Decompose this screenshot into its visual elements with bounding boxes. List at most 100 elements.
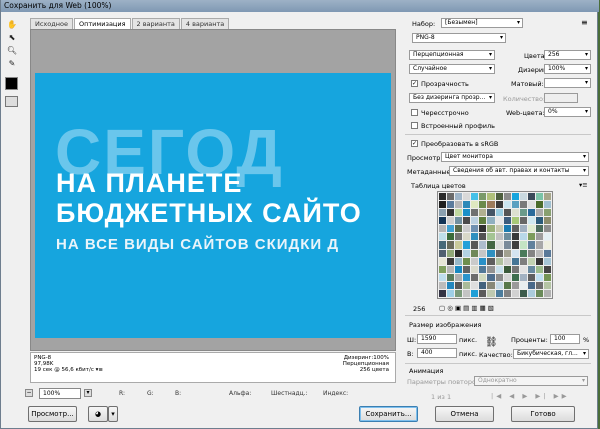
color-cell[interactable] <box>527 233 535 241</box>
info-menu-icon[interactable]: ▾≡ <box>96 367 103 373</box>
color-cell[interactable] <box>479 273 487 281</box>
color-cell[interactable] <box>487 257 495 265</box>
color-cell[interactable] <box>487 265 495 273</box>
color-cell[interactable] <box>487 273 495 281</box>
color-cell[interactable] <box>439 209 447 217</box>
color-cell[interactable] <box>495 249 503 257</box>
color-cell[interactable] <box>503 225 511 233</box>
color-cell[interactable] <box>463 249 471 257</box>
color-cell[interactable] <box>447 225 455 233</box>
preview-mode-select[interactable]: Цвет монитора <box>441 152 589 162</box>
color-cell[interactable] <box>495 193 503 201</box>
color-cell[interactable] <box>455 233 463 241</box>
color-cell[interactable] <box>543 241 551 249</box>
color-cell[interactable] <box>447 201 455 209</box>
panel-menu-icon[interactable]: ≡ <box>581 18 588 27</box>
color-cell[interactable] <box>439 265 447 273</box>
color-reduction-select[interactable]: Перцепционная <box>409 50 495 60</box>
color-cell[interactable] <box>455 281 463 289</box>
color-cell[interactable] <box>439 289 447 297</box>
color-cell[interactable] <box>535 225 543 233</box>
color-cell[interactable] <box>511 209 519 217</box>
color-cell[interactable] <box>447 217 455 225</box>
color-cell[interactable] <box>511 281 519 289</box>
color-cell[interactable] <box>527 241 535 249</box>
color-cell[interactable] <box>487 281 495 289</box>
transparency-checkbox[interactable]: ✓ <box>411 80 418 87</box>
color-cell[interactable] <box>463 265 471 273</box>
color-cell[interactable] <box>463 241 471 249</box>
color-cell[interactable] <box>479 201 487 209</box>
color-cell[interactable] <box>471 257 479 265</box>
color-cell[interactable] <box>543 209 551 217</box>
color-cell[interactable] <box>519 209 527 217</box>
color-cell[interactable] <box>479 241 487 249</box>
color-cell[interactable] <box>511 265 519 273</box>
eyedropper-color-swatch[interactable] <box>5 77 18 90</box>
color-cell[interactable] <box>447 273 455 281</box>
color-cell[interactable] <box>455 193 463 201</box>
color-cell[interactable] <box>503 249 511 257</box>
color-cell[interactable] <box>439 257 447 265</box>
done-button[interactable]: Готово <box>511 406 575 422</box>
color-cell[interactable] <box>495 217 503 225</box>
color-cell[interactable] <box>511 217 519 225</box>
color-cell[interactable] <box>511 201 519 209</box>
color-cell[interactable] <box>495 281 503 289</box>
color-cell[interactable] <box>495 289 503 297</box>
color-cell[interactable] <box>543 265 551 273</box>
color-cell[interactable] <box>543 289 551 297</box>
color-cell[interactable] <box>463 217 471 225</box>
color-cell[interactable] <box>487 225 495 233</box>
color-cell[interactable] <box>463 233 471 241</box>
color-cell[interactable] <box>479 289 487 297</box>
color-cell[interactable] <box>527 193 535 201</box>
preview-button[interactable]: Просмотр... <box>28 406 77 422</box>
color-cell[interactable] <box>439 193 447 201</box>
color-cell[interactable] <box>495 265 503 273</box>
color-cell[interactable] <box>447 241 455 249</box>
color-cell[interactable] <box>535 201 543 209</box>
color-cell[interactable] <box>447 209 455 217</box>
color-cell[interactable] <box>519 241 527 249</box>
color-cell[interactable] <box>439 233 447 241</box>
color-cell[interactable] <box>471 289 479 297</box>
color-cell[interactable] <box>503 257 511 265</box>
color-cell[interactable] <box>455 249 463 257</box>
color-cell[interactable] <box>543 281 551 289</box>
color-cell[interactable] <box>439 273 447 281</box>
color-cell[interactable] <box>447 281 455 289</box>
color-cell[interactable] <box>503 265 511 273</box>
color-cell[interactable] <box>511 249 519 257</box>
color-cell[interactable] <box>487 249 495 257</box>
color-cell[interactable] <box>535 281 543 289</box>
color-cell[interactable] <box>495 233 503 241</box>
color-cell[interactable] <box>463 209 471 217</box>
color-cell[interactable] <box>527 201 535 209</box>
toggle-slices-icon[interactable] <box>5 96 18 107</box>
color-cell[interactable] <box>471 241 479 249</box>
color-cell[interactable] <box>455 217 463 225</box>
color-cell[interactable] <box>519 233 527 241</box>
zoom-out-button[interactable]: − <box>25 389 33 397</box>
color-cell[interactable] <box>503 233 511 241</box>
color-cell[interactable] <box>471 201 479 209</box>
color-cell[interactable] <box>447 265 455 273</box>
color-cell[interactable] <box>463 273 471 281</box>
color-cell[interactable] <box>455 289 463 297</box>
color-cell[interactable] <box>495 273 503 281</box>
color-table[interactable] <box>437 191 553 299</box>
color-cell[interactable] <box>471 249 479 257</box>
height-input[interactable]: 400 <box>417 348 457 358</box>
metadata-select[interactable]: Сведения об авт. правах и контакты <box>449 166 589 176</box>
color-table-menu-icon[interactable]: ▾≡ <box>579 181 588 189</box>
color-cell[interactable] <box>527 249 535 257</box>
color-table-tools-icon[interactable]: ▢ ◎ ▣ ▤ ▥ ▦ ▧ <box>439 304 494 312</box>
color-cell[interactable] <box>503 289 511 297</box>
zoom-level-select[interactable]: 100% <box>39 388 81 399</box>
color-cell[interactable] <box>503 201 511 209</box>
loop-select[interactable]: Однократно <box>474 376 588 386</box>
color-cell[interactable] <box>543 249 551 257</box>
color-cell[interactable] <box>519 249 527 257</box>
color-cell[interactable] <box>543 217 551 225</box>
